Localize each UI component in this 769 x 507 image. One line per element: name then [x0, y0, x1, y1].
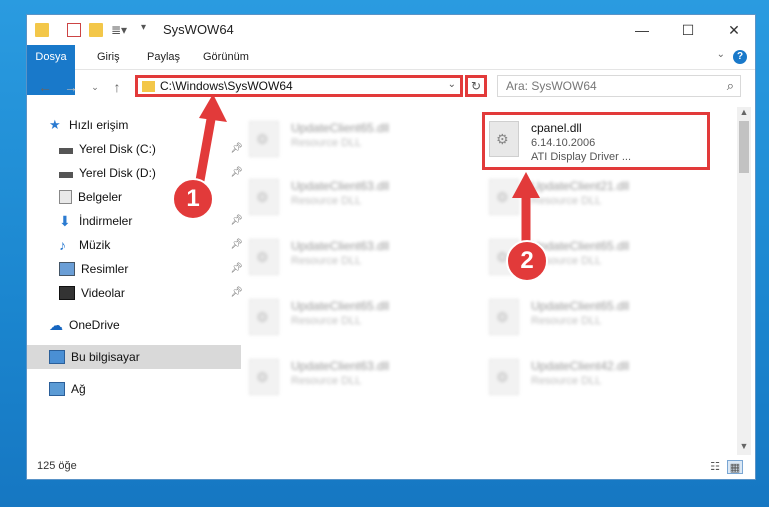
step-badge-2: 2	[506, 240, 548, 282]
arrowhead-step-2	[512, 172, 540, 198]
annotation-arrows	[194, 94, 540, 249]
step-badge-1: 1	[172, 178, 214, 220]
arrowhead-step-1	[199, 94, 227, 122]
